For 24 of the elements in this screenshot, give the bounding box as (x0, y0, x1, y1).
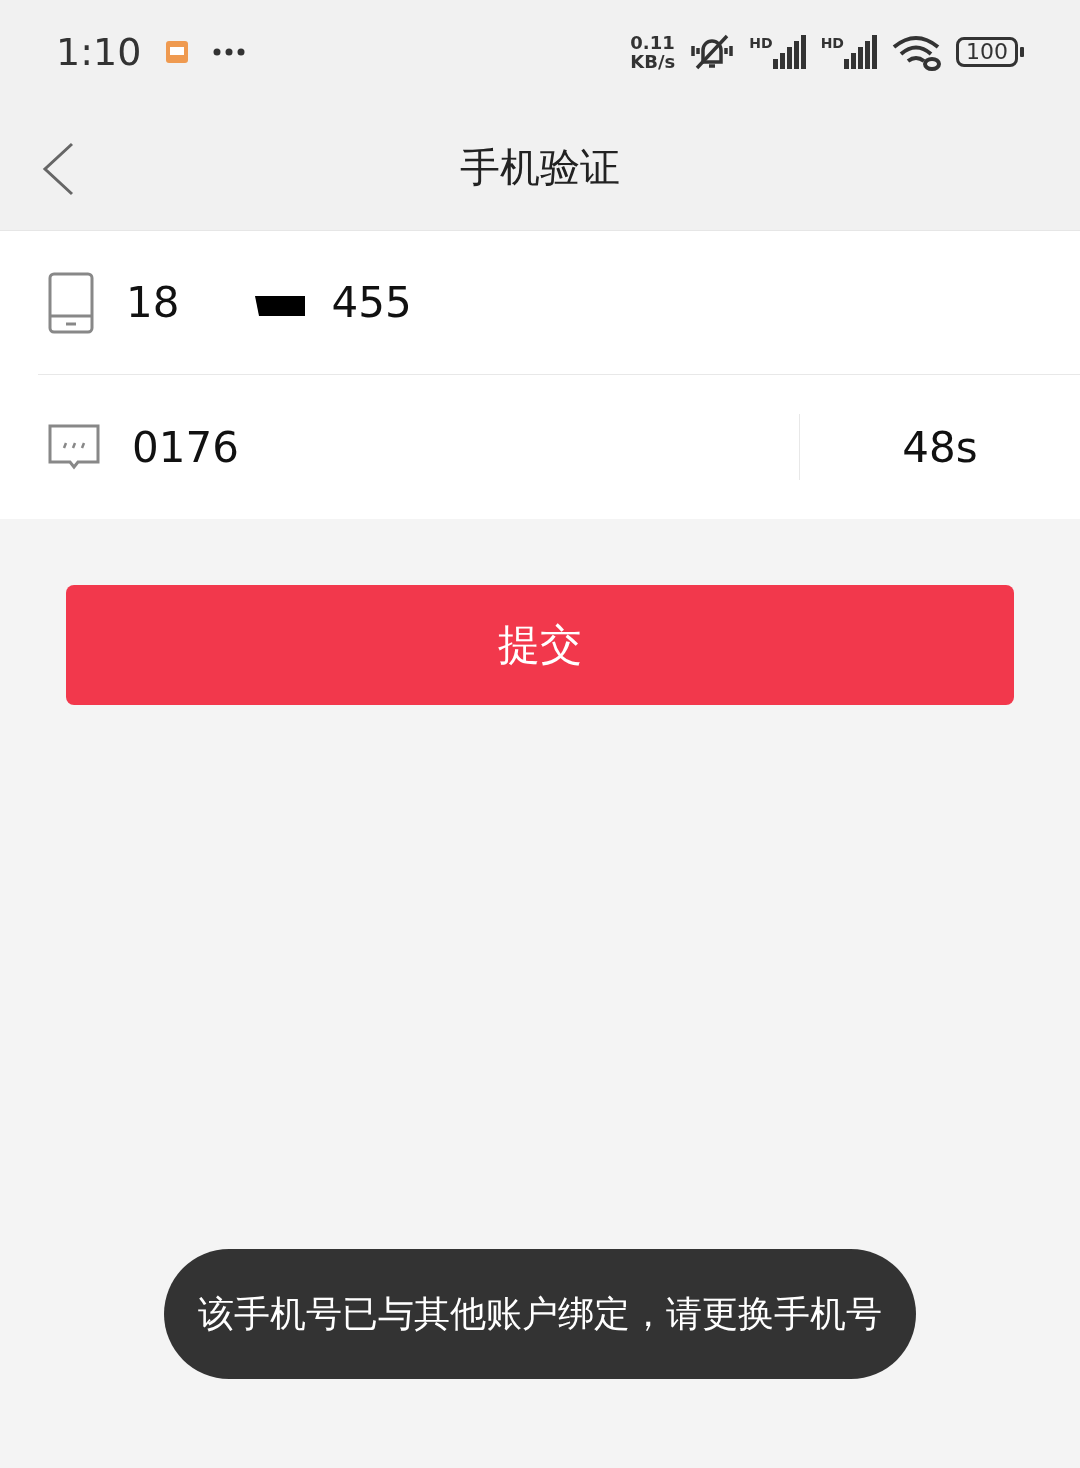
back-icon[interactable] (42, 142, 74, 196)
more-icon (213, 48, 246, 56)
toast-message: 该手机号已与其他账户绑定，请更换手机号 (164, 1249, 916, 1379)
submit-button[interactable]: 提交 (66, 585, 1014, 705)
page-title: 手机验证 (460, 142, 620, 192)
phone-number-end: 455 (331, 278, 412, 327)
phone-icon (48, 271, 94, 334)
status-time: 1:10 (56, 30, 142, 74)
message-icon (48, 424, 100, 470)
battery-level: 100 (956, 37, 1018, 67)
phone-number-start: 18 (126, 278, 180, 327)
signal-icon (844, 35, 878, 69)
notification-icon (165, 40, 190, 64)
mute-bell-icon (689, 32, 736, 72)
countdown-timer: 48s (799, 414, 1080, 480)
code-value: 0176 (132, 422, 239, 472)
wifi-icon (892, 33, 942, 71)
hd-label: HD (749, 35, 773, 51)
net-speed-unit: KB/s (630, 52, 676, 71)
signal-icon (772, 35, 807, 69)
net-speed: 0.11 (630, 33, 676, 52)
hd-label: HD (820, 35, 844, 51)
phone-number-field[interactable]: 18 455 (94, 278, 1080, 327)
code-field[interactable]: 0176 (100, 422, 799, 472)
